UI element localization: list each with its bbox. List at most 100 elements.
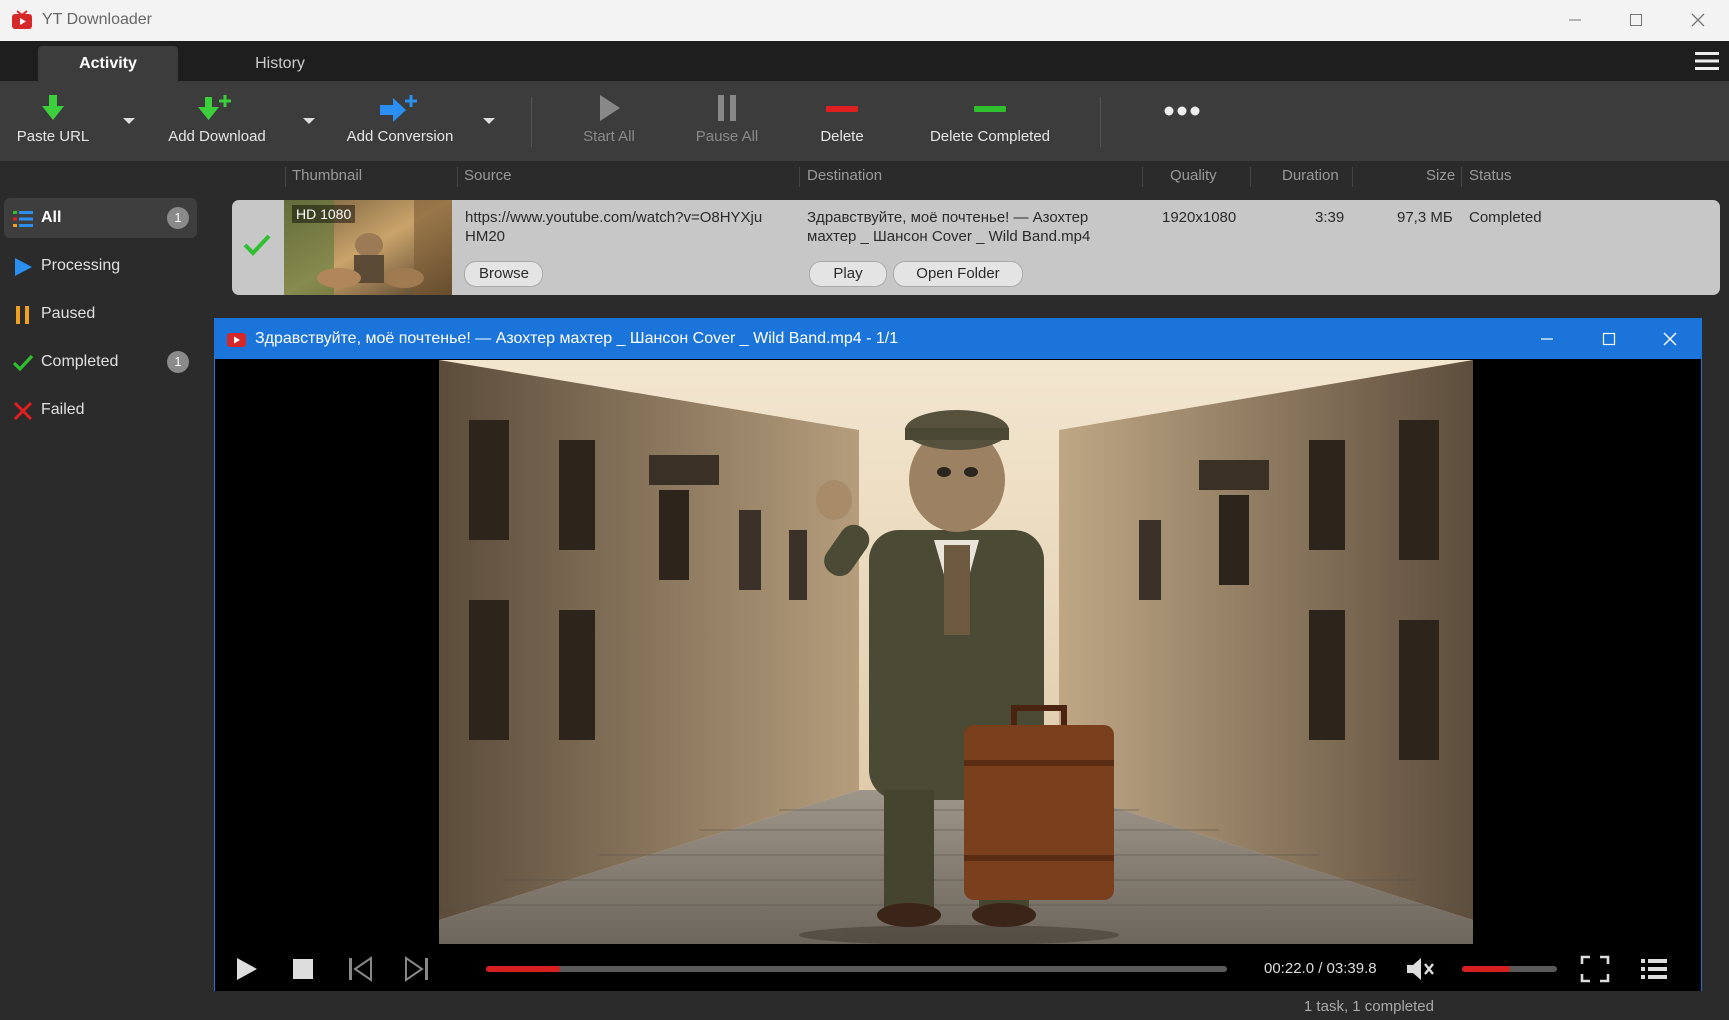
quality-value: 1920x1080	[1162, 209, 1237, 226]
mute-speaker-icon[interactable]	[1404, 955, 1434, 983]
player-next-button[interactable]	[403, 955, 431, 983]
count-badge: 1	[167, 207, 189, 229]
volume-slider[interactable]	[1462, 966, 1557, 972]
add-download-label: Add Download	[168, 128, 266, 145]
column-separator	[285, 167, 286, 187]
sidebar-item-all[interactable]: All 1	[4, 198, 197, 238]
duration-value: 3:39	[1315, 209, 1345, 226]
status-bar: 1 task, 1 completed	[0, 991, 1729, 1020]
play-icon	[568, 93, 650, 123]
player-minimize-button[interactable]	[1517, 319, 1577, 359]
pause-icon	[12, 304, 34, 326]
window-titlebar: YT Downloader	[0, 0, 1729, 42]
paste-url-button[interactable]: Paste URL	[8, 81, 98, 161]
completed-check-icon	[242, 230, 272, 260]
player-logo-icon	[226, 330, 247, 348]
quality-badge: HD 1080	[292, 205, 356, 223]
column-separator	[1461, 167, 1462, 187]
sidebar-item-label: Processing	[41, 257, 121, 274]
video-thumbnail[interactable]: HD 1080	[284, 200, 452, 295]
player-timecode: 00:22.0 / 03:39.8	[1264, 960, 1377, 977]
column-status[interactable]: Status	[1469, 167, 1512, 184]
video-frame[interactable]	[439, 360, 1473, 944]
fullscreen-icon[interactable]	[1580, 955, 1610, 983]
cross-icon	[12, 400, 34, 422]
source-url: https://www.youtube.com/watch?v=O8HYXju	[465, 209, 763, 226]
player-titlebar: Здравствуйте, моё почтенье! — Азохтер ма…	[215, 319, 1701, 359]
player-stop-button[interactable]	[289, 955, 317, 983]
player-close-button[interactable]	[1640, 319, 1700, 359]
column-separator	[457, 167, 458, 187]
pause-icon	[686, 93, 768, 123]
add-conversion-label: Add Conversion	[346, 128, 454, 145]
sidebar-item-paused[interactable]: Paused	[4, 294, 197, 334]
sidebar-item-label: Paused	[41, 305, 96, 322]
add-conversion-button[interactable]: Add Conversion	[338, 81, 462, 161]
player-play-button[interactable]	[232, 955, 260, 983]
sidebar-item-processing[interactable]: Processing	[4, 246, 197, 286]
sidebar-item-label: All	[41, 209, 62, 226]
add-conversion-icon	[338, 93, 462, 123]
column-source[interactable]: Source	[464, 167, 512, 184]
menu-icon[interactable]	[1693, 47, 1721, 75]
more-button[interactable]	[1150, 81, 1214, 161]
column-thumbnail[interactable]: Thumbnail	[292, 167, 362, 184]
video-player-window: Здравствуйте, моё почтенье! — Азохтер ма…	[214, 318, 1702, 993]
sidebar: All 1 Processing Paused Completed 1 Fail…	[0, 191, 205, 991]
minimize-button[interactable]	[1545, 0, 1605, 40]
tab-activity[interactable]: Activity	[38, 46, 178, 81]
start-all-label: Start All	[583, 128, 635, 145]
seek-bar[interactable]	[486, 966, 1227, 972]
more-dots-icon	[1150, 103, 1214, 133]
tab-history[interactable]: History	[205, 46, 355, 81]
app-title: YT Downloader	[42, 11, 152, 28]
player-title: Здравствуйте, моё почтенье! — Азохтер ма…	[255, 330, 899, 347]
column-duration[interactable]: Duration	[1282, 167, 1339, 184]
delete-completed-button[interactable]: Delete Completed	[915, 81, 1065, 161]
minus-red-icon	[802, 93, 882, 123]
delete-button[interactable]: Delete	[802, 81, 882, 161]
play-button[interactable]: Play	[809, 261, 887, 287]
count-badge: 1	[167, 351, 189, 373]
column-separator	[1250, 167, 1251, 187]
column-size[interactable]: Size	[1426, 167, 1455, 184]
column-separator	[1352, 167, 1353, 187]
destination-filename: Здравствуйте, моё почтенье! — Азохтер	[807, 209, 1089, 226]
add-download-icon	[160, 93, 274, 123]
column-destination[interactable]: Destination	[807, 167, 882, 184]
list-icon	[12, 208, 34, 230]
open-folder-button[interactable]: Open Folder	[893, 261, 1023, 287]
sidebar-item-label: Failed	[41, 401, 85, 418]
download-row[interactable]: HD 1080 https://www.youtube.com/watch?v=…	[232, 200, 1720, 295]
toolbar-separator	[531, 97, 532, 147]
playlist-icon[interactable]	[1639, 955, 1667, 983]
play-icon	[12, 256, 34, 278]
check-icon	[12, 352, 34, 374]
pause-all-button[interactable]: Pause All	[686, 81, 768, 161]
column-quality[interactable]: Quality	[1170, 167, 1217, 184]
maximize-button[interactable]	[1606, 0, 1666, 40]
status-text: 1 task, 1 completed	[1303, 998, 1434, 1015]
toolbar-separator	[1100, 97, 1101, 147]
delete-label: Delete	[820, 128, 864, 145]
start-all-button[interactable]: Start All	[568, 81, 650, 161]
player-controls: 00:22.0 / 03:39.8	[215, 944, 1701, 992]
browse-button[interactable]: Browse	[464, 261, 543, 287]
sidebar-item-label: Completed	[41, 353, 119, 370]
app-logo-icon	[11, 10, 33, 30]
column-separator	[799, 167, 800, 187]
sidebar-item-completed[interactable]: Completed 1	[4, 342, 197, 382]
pause-all-label: Pause All	[695, 128, 759, 145]
player-maximize-button[interactable]	[1579, 319, 1639, 359]
sidebar-item-failed[interactable]: Failed	[4, 390, 197, 430]
column-separator	[1142, 167, 1143, 187]
paste-url-dropdown-icon[interactable]	[119, 113, 139, 129]
add-download-button[interactable]: Add Download	[160, 81, 274, 161]
add-download-dropdown-icon[interactable]	[299, 113, 319, 129]
source-url-continued: HM20	[465, 228, 506, 245]
toolbar: Paste URL Add Download Add Conversion St…	[0, 81, 1729, 161]
close-button[interactable]	[1668, 0, 1728, 40]
paste-url-label: Paste URL	[16, 128, 90, 145]
add-conversion-dropdown-icon[interactable]	[479, 113, 499, 129]
player-previous-button[interactable]	[346, 955, 374, 983]
